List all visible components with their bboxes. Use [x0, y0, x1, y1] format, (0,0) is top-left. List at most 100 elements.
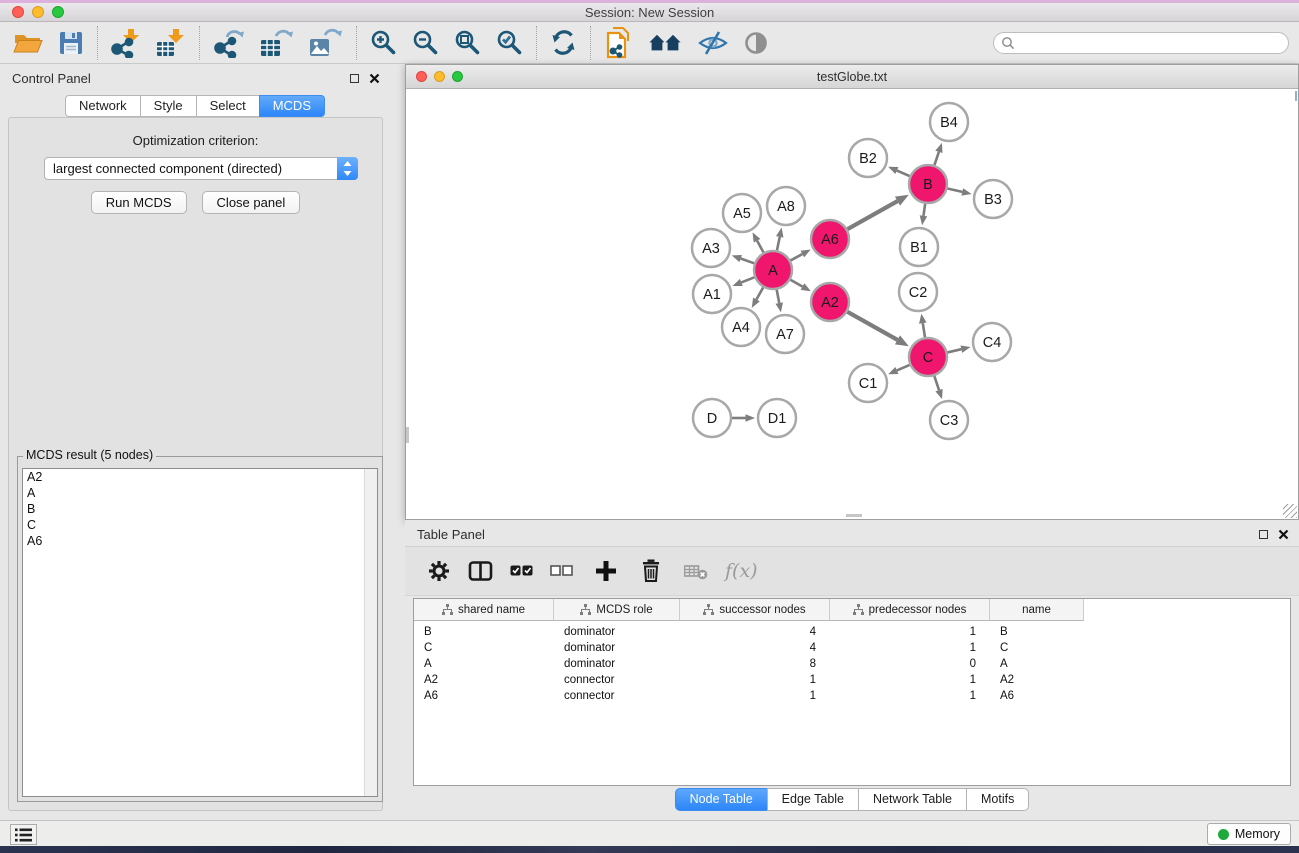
column-header-successor-nodes[interactable]: successor nodes [680, 599, 830, 621]
close-table-panel-icon[interactable] [1278, 529, 1289, 540]
graph-node-B3[interactable]: B3 [974, 180, 1012, 218]
session-title: Session: New Session [0, 5, 1299, 20]
save-session-icon[interactable] [58, 30, 84, 56]
graph-node-C4[interactable]: C4 [973, 323, 1011, 361]
network-view-window: testGlobe.txt B4 B2 B B3 B1 A5 A8 A6 A3 A A1A4A7A2… [405, 64, 1299, 520]
column-header-name[interactable]: name [990, 599, 1084, 621]
apply-layout-icon[interactable] [550, 29, 577, 56]
float-table-panel-icon[interactable] [1259, 530, 1268, 539]
zoom-out-icon[interactable] [412, 29, 439, 56]
table-row[interactable]: Adominator80A [414, 656, 1290, 672]
result-item[interactable]: B [23, 501, 377, 517]
graph-node-C1[interactable]: C1 [849, 364, 887, 402]
graph-node-A3[interactable]: A3 [692, 229, 730, 267]
deselect-all-checkboxes-icon[interactable] [550, 562, 573, 580]
table-row[interactable]: A2connector11A2 [414, 672, 1290, 688]
graph-node-A7[interactable]: A7 [766, 315, 804, 353]
result-item[interactable]: A [23, 485, 377, 501]
import-network-icon[interactable] [111, 28, 141, 58]
zoom-fit-icon[interactable] [454, 29, 481, 56]
column-header-predecessor-nodes[interactable]: predecessor nodes [830, 599, 990, 621]
svg-text:B4: B4 [940, 115, 958, 131]
graph-node-D[interactable]: D [693, 399, 731, 437]
graph-node-B1[interactable]: B1 [900, 228, 938, 266]
close-panel-icon[interactable] [369, 73, 380, 84]
tab-motifs[interactable]: Motifs [966, 788, 1029, 811]
tab-select[interactable]: Select [196, 95, 260, 117]
cell: connector [554, 674, 680, 686]
show-graphics-details-icon[interactable] [743, 30, 769, 56]
result-scrollbar[interactable] [364, 469, 377, 796]
column-header-mcds-role[interactable]: MCDS role [554, 599, 680, 621]
tab-network-table[interactable]: Network Table [858, 788, 967, 811]
cell: 1 [680, 690, 830, 702]
tab-edge-table[interactable]: Edge Table [767, 788, 859, 811]
column-header-shared-name[interactable]: shared name [414, 599, 554, 621]
tab-mcds[interactable]: MCDS [259, 95, 325, 117]
hide-graphics-details-icon[interactable] [698, 30, 728, 56]
tab-style[interactable]: Style [140, 95, 197, 117]
float-panel-icon[interactable] [350, 74, 359, 83]
tab-network[interactable]: Network [65, 95, 141, 117]
mcds-result-list[interactable]: A2ABCA6 [22, 468, 378, 797]
graph-node-B[interactable]: B [909, 165, 947, 203]
cell: dominator [554, 658, 680, 670]
horizontal-scroll-hint[interactable] [846, 514, 862, 517]
zoom-in-icon[interactable] [370, 29, 397, 56]
graph-node-B4[interactable]: B4 [930, 103, 968, 141]
graph-node-A6[interactable]: A6 [811, 220, 849, 258]
memory-button[interactable]: Memory [1207, 823, 1291, 845]
cybrowser-home-icon[interactable] [647, 31, 683, 55]
search-field[interactable] [993, 32, 1289, 54]
result-item[interactable]: A6 [23, 533, 377, 549]
function-builder-icon[interactable]: f(x) [725, 560, 758, 582]
zoom-selected-icon[interactable] [496, 29, 523, 56]
vertical-scroll-hint[interactable] [406, 427, 409, 443]
graph-node-A1[interactable]: A1 [693, 275, 731, 313]
cell: 1 [830, 690, 990, 702]
graph-node-A2[interactable]: A2 [811, 283, 849, 321]
export-image-icon[interactable] [309, 28, 343, 58]
cell: C [414, 642, 554, 654]
graph-node-C[interactable]: C [909, 338, 947, 376]
delete-column-icon[interactable] [639, 559, 663, 583]
network-canvas[interactable]: B4 B2 B B3 B1 A5 A8 A6 A3 A A1A4A7A2 C2 C4 C C1 C3 D D1 [406, 89, 1298, 519]
add-column-icon[interactable] [594, 559, 618, 583]
search-icon [1001, 36, 1015, 50]
graph-node-C2[interactable]: C2 [899, 273, 937, 311]
result-item[interactable]: A2 [23, 469, 377, 485]
search-input[interactable] [1015, 34, 1288, 52]
show-column-icon[interactable] [468, 559, 493, 583]
svg-text:A8: A8 [777, 199, 795, 215]
result-item[interactable]: C [23, 517, 377, 533]
cell: C [990, 642, 1084, 654]
graph-node-A5[interactable]: A5 [723, 194, 761, 232]
select-all-checkboxes-icon[interactable] [510, 562, 533, 580]
session-titlebar[interactable]: Session: New Session [0, 3, 1299, 22]
table-row[interactable]: A6connector11A6 [414, 688, 1290, 704]
graph-node-A[interactable]: A [754, 251, 792, 289]
network-graph[interactable]: B4 B2 B B3 B1 A5 A8 A6 A3 A A1A4A7A2 C2 C4 C C1 C3 D D1 [406, 89, 1298, 519]
destroy-table-icon[interactable] [684, 559, 708, 583]
graph-node-A4[interactable]: A4 [722, 308, 760, 346]
table-options-gear-icon[interactable] [427, 559, 451, 583]
task-history-button[interactable] [10, 824, 37, 845]
table-row[interactable]: Bdominator41B [414, 624, 1290, 640]
import-table-icon[interactable] [156, 28, 186, 58]
export-network-icon[interactable] [213, 28, 245, 58]
graph-node-B2[interactable]: B2 [849, 139, 887, 177]
network-from-file-icon[interactable] [604, 27, 632, 59]
run-mcds-button[interactable]: Run MCDS [91, 191, 187, 214]
network-window-titlebar[interactable]: testGlobe.txt [406, 65, 1298, 89]
svg-text:B: B [923, 177, 933, 193]
table-row[interactable]: Cdominator41C [414, 640, 1290, 656]
graph-node-C3[interactable]: C3 [930, 401, 968, 439]
graph-node-A8[interactable]: A8 [767, 187, 805, 225]
close-panel-button[interactable]: Close panel [202, 191, 301, 214]
criterion-dropdown[interactable]: largest connected component (directed) [44, 157, 358, 180]
open-session-icon[interactable] [13, 30, 43, 56]
resize-grip-icon[interactable] [1283, 504, 1297, 518]
graph-node-D1[interactable]: D1 [758, 399, 796, 437]
tab-node-table[interactable]: Node Table [675, 788, 768, 811]
export-table-icon[interactable] [260, 28, 294, 58]
